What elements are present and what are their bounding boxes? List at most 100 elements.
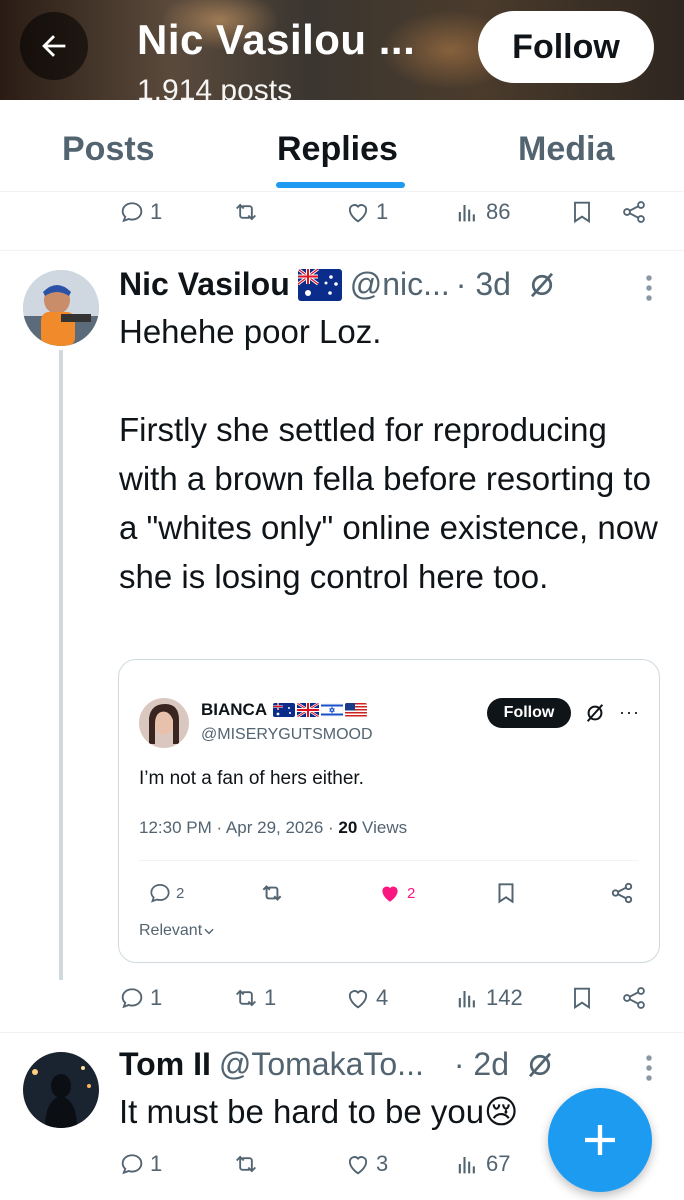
repost-icon bbox=[262, 885, 282, 901]
author-handle[interactable]: @nic... bbox=[350, 266, 450, 303]
reply-button[interactable]: 1 bbox=[118, 1150, 162, 1178]
embed-relevant-label: Relevant bbox=[139, 922, 203, 939]
bookmark-icon bbox=[498, 883, 514, 904]
embed-reply: 2 bbox=[147, 880, 184, 906]
repost-button[interactable] bbox=[232, 198, 264, 226]
like-button[interactable]: 4 bbox=[344, 984, 388, 1012]
grok-icon[interactable] bbox=[527, 270, 557, 300]
like-button[interactable]: 3 bbox=[344, 1150, 388, 1178]
bookmark-button[interactable] bbox=[568, 198, 596, 226]
uk-flag-icon bbox=[297, 703, 320, 717]
embed-view-count: 20 bbox=[338, 818, 358, 837]
like-count: 1 bbox=[376, 199, 389, 224]
avatar-image bbox=[23, 1052, 99, 1128]
avatar-image bbox=[23, 270, 99, 346]
tweet-text-content: It must be hard to be you bbox=[119, 1093, 485, 1130]
tweet-actions: 1 1 4 142 bbox=[0, 984, 684, 1024]
analytics-icon bbox=[458, 205, 475, 222]
reply-icon bbox=[150, 884, 170, 903]
reply-count: 1 bbox=[150, 1151, 163, 1176]
repost-button[interactable]: 1 bbox=[232, 984, 276, 1012]
embed-like-count: 2 bbox=[407, 884, 416, 902]
avatar[interactable] bbox=[23, 270, 99, 346]
tweet-time[interactable]: · 3d bbox=[456, 266, 511, 303]
thread-line bbox=[59, 350, 63, 980]
embed-avatar bbox=[139, 698, 189, 748]
arrow-left-icon bbox=[42, 35, 66, 57]
bookmark-button[interactable] bbox=[568, 984, 596, 1012]
repost-icon bbox=[236, 1155, 256, 1173]
reply-button[interactable]: 1 bbox=[118, 984, 162, 1012]
repost-button[interactable] bbox=[232, 1150, 264, 1178]
reply-button[interactable]: 1 bbox=[118, 198, 162, 226]
tweet-header: Tom II @TomakaTo... · 2d bbox=[119, 1046, 555, 1083]
share-button[interactable] bbox=[620, 198, 648, 226]
view-count: 86 bbox=[486, 199, 511, 224]
plus-icon bbox=[585, 1125, 615, 1155]
embed-follow-button: Follow bbox=[487, 698, 571, 728]
grok-icon[interactable] bbox=[525, 1050, 555, 1080]
like-count: 4 bbox=[376, 985, 389, 1010]
reply-icon bbox=[121, 202, 143, 223]
embed-share bbox=[609, 880, 635, 906]
embed-tweet-meta: 12:30 PM · Apr 29, 2026 · 20 Views bbox=[139, 818, 407, 838]
author-name[interactable]: Tom II bbox=[119, 1046, 211, 1083]
views-button[interactable]: 86 bbox=[454, 198, 510, 226]
embed-avatar-image bbox=[139, 698, 189, 748]
more-options-icon[interactable] bbox=[644, 1053, 654, 1083]
chevron-down-icon bbox=[204, 928, 214, 935]
views-button[interactable]: 67 bbox=[454, 1150, 510, 1178]
embed-flags bbox=[273, 703, 368, 717]
share-icon bbox=[623, 201, 645, 223]
like-count: 3 bbox=[376, 1151, 389, 1176]
embed-timestamp: 12:30 PM · Apr 29, 2026 · bbox=[139, 818, 339, 837]
tweet-text: Hehehe poor Loz. Firstly she settled for… bbox=[119, 313, 658, 595]
reply-icon bbox=[121, 1154, 143, 1175]
repost-count: 1 bbox=[264, 985, 277, 1010]
compose-button[interactable] bbox=[548, 1088, 652, 1192]
grok-icon bbox=[586, 704, 604, 722]
avatar[interactable] bbox=[23, 1052, 99, 1128]
follow-button[interactable]: Follow bbox=[478, 11, 654, 83]
heart-filled-icon bbox=[382, 886, 398, 902]
reply-icon bbox=[121, 988, 143, 1009]
tab-posts[interactable]: Posts bbox=[62, 130, 155, 169]
like-button[interactable]: 1 bbox=[344, 198, 388, 226]
embed-more-icon: ··· bbox=[619, 702, 640, 722]
australia-flag-icon bbox=[273, 703, 296, 717]
crying-emoji: 😢 bbox=[484, 1093, 519, 1130]
profile-header: Nic Vasilou ... 1,914 posts Follow bbox=[0, 0, 684, 100]
tweet-time[interactable]: · 2d bbox=[454, 1046, 509, 1083]
embed-relevant-sort: Relevant bbox=[139, 922, 216, 940]
author-name[interactable]: Nic Vasilou bbox=[119, 266, 290, 303]
divider bbox=[0, 1032, 684, 1033]
tab-media[interactable]: Media bbox=[518, 130, 614, 169]
tweet-header: Nic Vasilou @nic... · 3d bbox=[119, 266, 557, 303]
profile-tabs: Posts Replies Media bbox=[0, 100, 684, 192]
tab-replies[interactable]: Replies bbox=[277, 130, 398, 169]
embed-like: 2 bbox=[377, 880, 415, 906]
tweet-actions: 1 1 86 bbox=[0, 198, 684, 238]
usa-flag-icon bbox=[345, 703, 368, 717]
author-handle[interactable]: @TomakaTo... bbox=[219, 1046, 424, 1083]
israel-flag-icon bbox=[321, 703, 344, 717]
active-tab-indicator bbox=[276, 182, 405, 188]
embed-reply-count: 2 bbox=[176, 884, 185, 902]
embed-author: BIANCA bbox=[201, 700, 368, 720]
view-count: 67 bbox=[486, 1151, 511, 1176]
share-icon bbox=[623, 987, 645, 1009]
repost-icon bbox=[236, 203, 256, 221]
heart-icon bbox=[348, 204, 368, 223]
views-button[interactable]: 142 bbox=[454, 984, 523, 1012]
australia-flag-icon bbox=[297, 268, 342, 301]
divider bbox=[139, 860, 639, 861]
share-button[interactable] bbox=[620, 984, 648, 1012]
repost-icon bbox=[236, 989, 256, 1007]
embed-bookmark bbox=[493, 880, 519, 906]
embed-tweet-text: I’m not a fan of hers either. bbox=[139, 768, 364, 789]
embed-repost bbox=[259, 880, 285, 906]
back-button[interactable] bbox=[20, 12, 88, 80]
more-options-icon[interactable] bbox=[644, 273, 654, 303]
embedded-image[interactable]: BIANCA @MISERYGUTSMOOD Follow ··· I’m no… bbox=[118, 659, 660, 963]
heart-icon bbox=[348, 990, 368, 1009]
